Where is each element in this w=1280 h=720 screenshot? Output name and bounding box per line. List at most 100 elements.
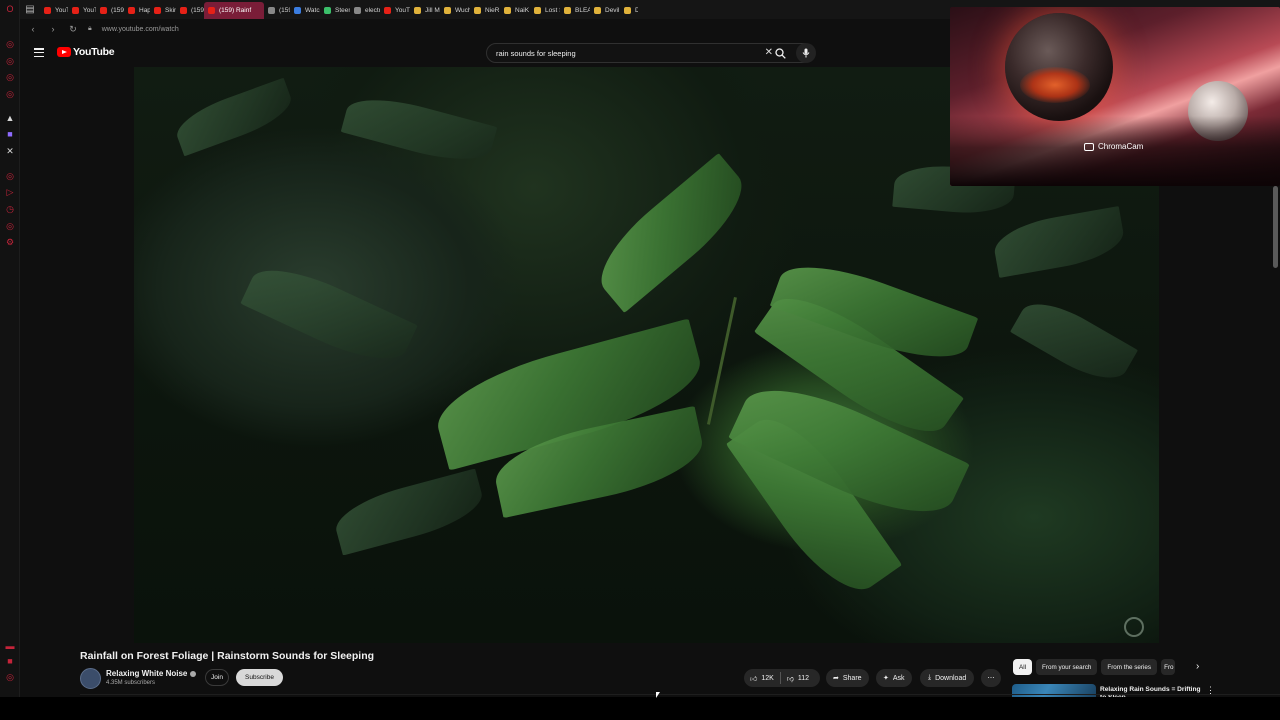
browser-tab[interactable]: (159) H (96, 2, 124, 19)
back-icon[interactable]: ‹ (28, 24, 38, 34)
tab-favicon-icon (564, 6, 571, 14)
browser-tab[interactable]: BLEACH (560, 2, 590, 19)
browser-tab[interactable]: Wucho (440, 2, 470, 19)
opera-logo-icon[interactable]: O (5, 4, 15, 14)
chip-all[interactable]: All (1013, 659, 1032, 675)
subscribe-button[interactable]: Subscribe (236, 669, 283, 686)
tab-favicon-icon (294, 6, 301, 14)
taskbar (0, 697, 1280, 720)
download-button[interactable]: ⤓ Download (920, 669, 975, 687)
tab-favicon-icon (268, 6, 275, 14)
like-count: 12K (761, 674, 774, 682)
lock-icon[interactable]: 🔒︎ (88, 25, 92, 33)
thumbs-up-icon: 👍︎ (750, 675, 758, 683)
join-button[interactable]: Join (205, 669, 229, 686)
tab-label: Lost So (545, 6, 560, 14)
browser-tab[interactable]: YouTub (40, 2, 68, 19)
history-icon[interactable]: ◷ (5, 204, 15, 214)
tab-label: Steem (335, 6, 350, 14)
browser-tab[interactable]: Lost So (530, 2, 560, 19)
browser-tab[interactable]: Skin C (150, 2, 176, 19)
rock-graphic (950, 116, 1280, 186)
browser-tab[interactable]: Jill Mo (410, 2, 440, 19)
forward-icon[interactable]: › (48, 24, 58, 34)
tab-label: YouTub (55, 6, 68, 14)
browser-tab[interactable]: Devil M (590, 2, 620, 19)
sidebar-app-icon-1[interactable]: ◎ (5, 39, 15, 49)
chip-truncated[interactable]: Fro (1161, 659, 1176, 675)
share-button[interactable]: ➦ Share (826, 669, 869, 687)
tab-label: (159) Rainf (219, 6, 252, 14)
sidebar-bottom-icon-3[interactable]: ◎ (5, 672, 15, 682)
tab-favicon-icon (534, 6, 541, 14)
tab-label: YouTub (83, 6, 96, 14)
tab-favicon-icon (180, 6, 187, 14)
tab-favicon-icon (72, 6, 79, 14)
download-label: Download (935, 674, 967, 682)
chevron-right-icon[interactable]: › (1196, 661, 1199, 672)
url-field[interactable]: www.youtube.com/watch (102, 26, 179, 33)
thumbs-down-icon: 👎︎ (786, 675, 794, 683)
dislike-button[interactable]: 👎︎ 112 (781, 669, 815, 687)
divider (80, 694, 1280, 695)
sidebar-app-icon-6[interactable]: ▷ (5, 187, 15, 197)
browser-tab[interactable]: (159) Rainf (204, 1, 264, 19)
sidebar-bottom-icon-1[interactable]: ▬ (5, 641, 15, 651)
page-scrollbar[interactable] (1273, 186, 1278, 268)
browser-tab[interactable]: NieR: A (470, 2, 500, 19)
browser-tab[interactable]: Watch (290, 2, 320, 19)
sidebar-app-icon-7[interactable]: ◎ (5, 221, 15, 231)
browser-tab[interactable]: YouTu (380, 2, 410, 19)
like-button[interactable]: 👍︎ 12K (744, 669, 780, 687)
aria-icon[interactable]: ▲ (5, 113, 15, 123)
sidebar-app-icon-2[interactable]: ◎ (5, 56, 15, 66)
camera-icon (1084, 142, 1094, 151)
tab-label: Skin C (165, 6, 176, 14)
ask-label: Ask (892, 674, 905, 682)
tab-label: NieR: A (485, 6, 500, 14)
sidebar-app-icon-3[interactable]: ◎ (5, 72, 15, 82)
browser-sidebar: O ◎ ◎ ◎ ◎ ▲ ■ ✕ ◎ ▷ ◷ ◎ ⚙ ▬ ■ ◎ (0, 0, 20, 720)
browser-tab[interactable]: Steem (320, 2, 350, 19)
sidebar-app-icon-4[interactable]: ◎ (5, 89, 15, 99)
search-input[interactable]: rain sounds for sleeping ✕ (486, 43, 806, 63)
browser-tab[interactable]: Dev (620, 2, 638, 19)
tab-favicon-icon (594, 6, 601, 14)
search-icon (774, 47, 786, 59)
browser-tab[interactable]: electri (350, 2, 380, 19)
sidebar-app-icon-5[interactable]: ◎ (5, 171, 15, 181)
browser-tab[interactable]: (159) C (176, 2, 204, 19)
channel-name-link[interactable]: Relaxing White Noise (106, 669, 197, 678)
browser-tab[interactable]: NaiK Fa (500, 2, 530, 19)
microphone-icon (802, 48, 810, 58)
settings-icon[interactable]: ⚙ (5, 237, 15, 247)
chip-from-your-search[interactable]: From your search (1036, 659, 1098, 675)
camera-label: ChromaCam (1084, 142, 1143, 151)
chip-from-the-series[interactable]: From the series (1101, 659, 1158, 675)
browser-tab[interactable]: (159 (264, 2, 290, 19)
tab-favicon-icon (100, 6, 107, 14)
menu-icon[interactable] (34, 48, 44, 57)
download-icon: ⤓ (928, 674, 932, 681)
tab-label: Watch (305, 6, 320, 14)
search-button[interactable] (762, 43, 798, 63)
ask-button[interactable]: ✦ Ask (876, 669, 912, 687)
tab-favicon-icon (154, 6, 161, 14)
youtube-logo[interactable]: YouTube (57, 46, 115, 58)
verified-icon (190, 670, 197, 677)
sidebar-bottom-icon-2[interactable]: ■ (5, 656, 15, 666)
twitch-icon[interactable]: ■ (5, 129, 15, 139)
browser-tab[interactable]: YouTub (68, 2, 96, 19)
related-chips: All From your search From the series Fro (1013, 659, 1176, 675)
voice-search-button[interactable] (796, 43, 816, 63)
tab-label: Dev (635, 6, 638, 14)
tab-menu-icon[interactable]: ▤ (20, 0, 40, 19)
browser-tab[interactable]: Happy (124, 2, 150, 19)
x-icon[interactable]: ✕ (5, 146, 15, 156)
channel-avatar[interactable] (80, 668, 101, 689)
channel-watermark-icon[interactable] (1124, 617, 1144, 637)
more-actions-button[interactable]: ⋯ (981, 669, 1001, 687)
subscriber-count: 4.35M subscribers (106, 680, 156, 686)
reload-icon[interactable]: ↻ (68, 24, 78, 35)
tab-label: BLEACH (575, 6, 590, 14)
